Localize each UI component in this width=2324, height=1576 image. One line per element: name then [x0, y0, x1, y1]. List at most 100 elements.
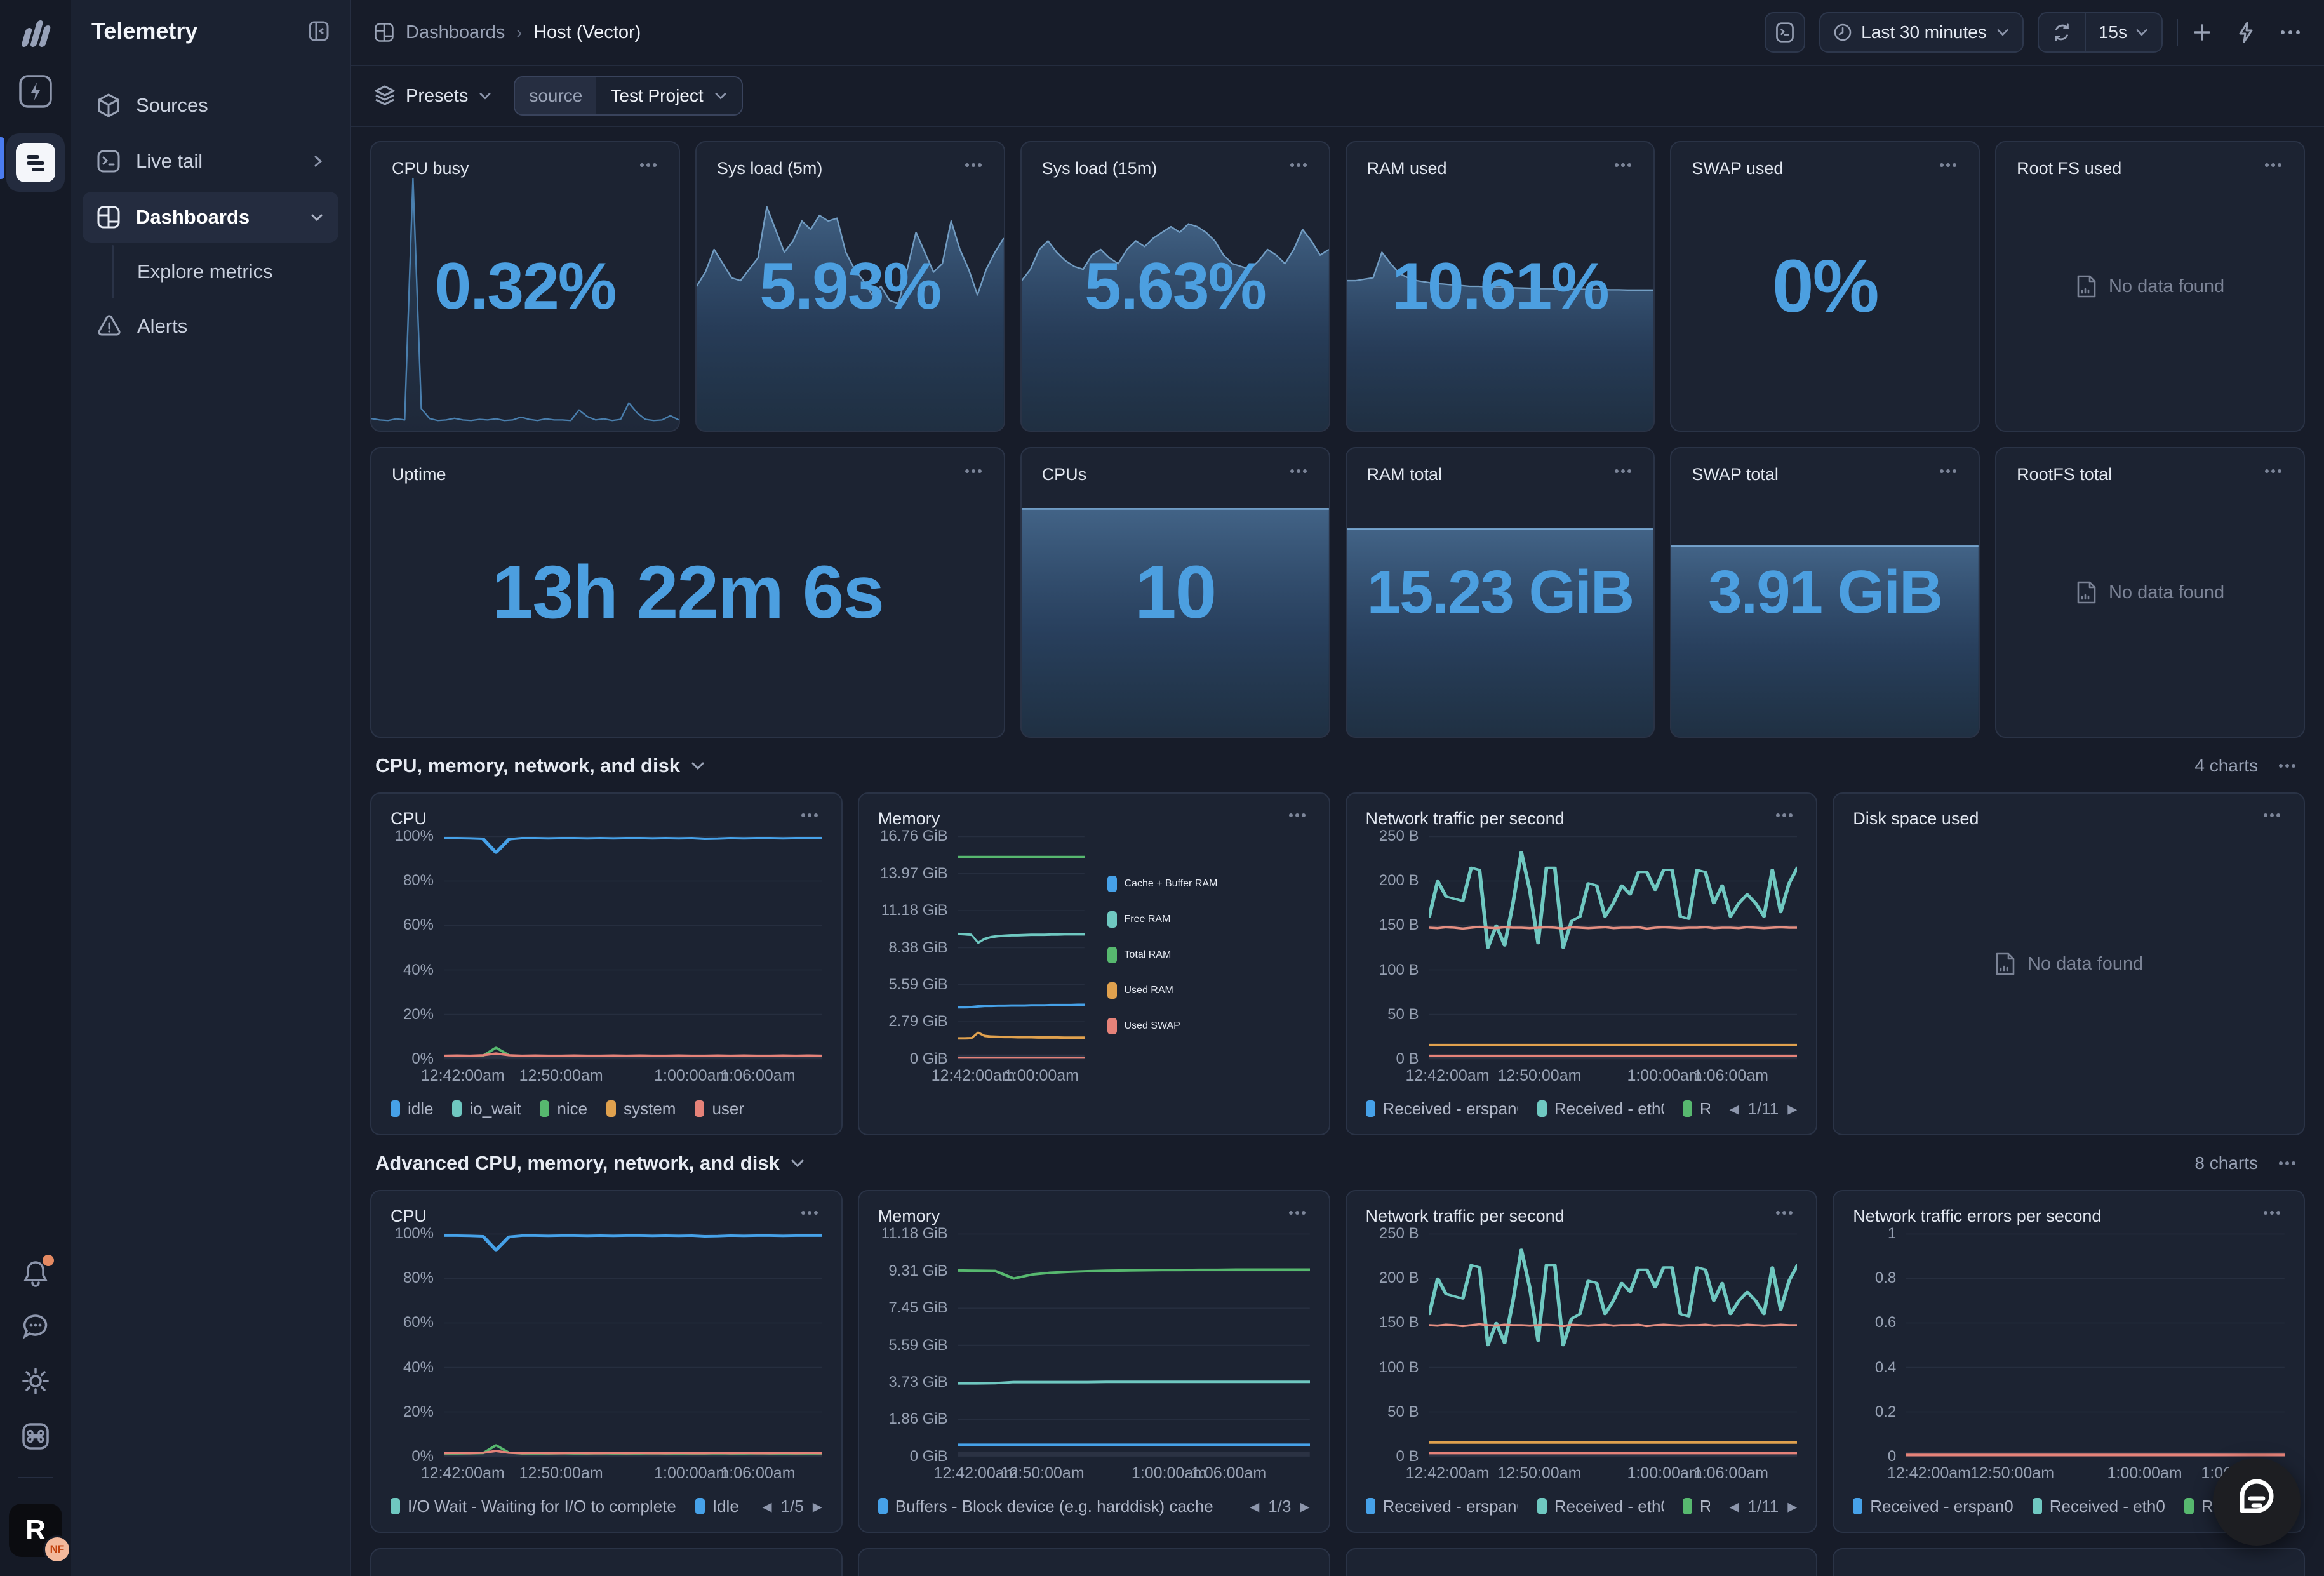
- card-menu-button[interactable]: [1286, 159, 1311, 171]
- legend-pagination[interactable]: ◂1/3▸: [1250, 1495, 1309, 1518]
- legend-next-icon: ▸: [1787, 1098, 1797, 1120]
- legend-item[interactable]: idle: [391, 1099, 433, 1119]
- tv-mode-button[interactable]: [1765, 12, 1805, 53]
- feedback-icon[interactable]: [21, 1313, 50, 1341]
- legend-item[interactable]: user: [695, 1099, 744, 1119]
- card-menu-button[interactable]: [797, 1206, 822, 1219]
- legend-item[interactable]: Received - eth0: [2033, 1497, 2165, 1516]
- stat-card-title: Uptime: [392, 465, 446, 484]
- legend-item[interactable]: nice: [540, 1099, 587, 1119]
- legend-item[interactable]: Received - eth0: [1537, 1099, 1664, 1119]
- chevron-down-icon: [478, 91, 492, 101]
- stat-cards-row-1: CPU busy0.32%Sys load (5m)5.93%Sys load …: [370, 141, 2305, 432]
- sidebar-item-sources[interactable]: Sources: [83, 80, 338, 131]
- more-options-icon[interactable]: [2280, 29, 2301, 36]
- legend-item[interactable]: Cache + Buffer RAM: [1107, 876, 1306, 892]
- add-panel-icon[interactable]: [2192, 22, 2212, 43]
- legend-item[interactable]: io_wait: [452, 1099, 521, 1119]
- refresh-interval-dropdown[interactable]: 15s: [2085, 13, 2161, 51]
- legend-item[interactable]: Used RAM: [1107, 982, 1306, 999]
- card-menu-button[interactable]: [2261, 159, 2286, 171]
- chart-card-head: Network traffic per second: [1366, 1206, 1798, 1226]
- chart-card-head: Memory: [878, 809, 1310, 829]
- legend-prev-icon: ◂: [1729, 1098, 1739, 1120]
- chevron-down-icon: [2135, 27, 2149, 37]
- sidebar-item-dashboards[interactable]: Dashboards: [83, 192, 338, 243]
- refresh-button[interactable]: [2039, 13, 2085, 51]
- legend-prev-icon: ◂: [1729, 1495, 1739, 1518]
- card-menu-button[interactable]: [1772, 809, 1797, 822]
- chart-legend: I/O Wait - Waiting for I/O to complete Id…: [391, 1491, 822, 1521]
- help-chat-button[interactable]: [2213, 1458, 2301, 1546]
- logs-icon: [16, 143, 55, 182]
- toolbar-divider: [2177, 19, 2178, 46]
- chart-title: CPU: [391, 1206, 427, 1226]
- notifications-icon[interactable]: [22, 1259, 50, 1288]
- quick-actions-icon[interactable]: [2236, 22, 2255, 43]
- legend-item[interactable]: Total RAM: [1107, 947, 1306, 963]
- x-axis-labels: 12:42:00am12:50:00am1:00:00am1:06:00am: [444, 1067, 822, 1088]
- stat-value: 5.93%: [697, 142, 1004, 431]
- quickstart-icon[interactable]: [18, 74, 53, 109]
- card-menu-button[interactable]: [797, 809, 822, 822]
- card-menu-button[interactable]: [1935, 159, 1961, 171]
- sidebar-item-live-tail[interactable]: Live tail: [83, 136, 338, 187]
- card-menu-button[interactable]: [1610, 465, 1636, 477]
- no-data-message: No data found: [1996, 142, 2304, 431]
- stat-card: Root FS usedNo data found: [1995, 141, 2305, 432]
- dashboards-breadcrumb-icon: [374, 22, 394, 43]
- time-range-picker[interactable]: Last 30 minutes: [1819, 12, 2024, 53]
- command-menu-icon[interactable]: [20, 1421, 51, 1452]
- card-menu-button[interactable]: [961, 465, 986, 477]
- source-filter[interactable]: source Test Project: [514, 76, 742, 116]
- avatar[interactable]: R NF: [9, 1504, 62, 1557]
- time-range-label: Last 30 minutes: [1861, 22, 1987, 43]
- collapse-sidebar-icon[interactable]: [308, 20, 330, 42]
- section-title[interactable]: Advanced CPU, memory, network, and disk: [375, 1152, 805, 1175]
- legend-item[interactable]: R: [1683, 1099, 1711, 1119]
- legend-item[interactable]: Received - erspan0: [1366, 1497, 1518, 1516]
- legend-item[interactable]: Buffers - Block device (e.g. harddisk) c…: [878, 1497, 1213, 1516]
- section-menu-button[interactable]: [2274, 1157, 2300, 1170]
- app-logo[interactable]: [19, 17, 52, 48]
- legend-item[interactable]: system: [606, 1099, 676, 1119]
- breadcrumb-section[interactable]: Dashboards: [406, 22, 505, 43]
- stat-card-head: RAM used: [1367, 159, 1636, 178]
- card-menu-button[interactable]: [2259, 1206, 2285, 1219]
- live-tail-active-tile[interactable]: [6, 133, 65, 192]
- chart-card: Memory 16.76 GiB13.97 GiB11.18 GiB8.38 Gi…: [858, 792, 1330, 1135]
- legend-item[interactable]: I/O Wait - Waiting for I/O to complete: [391, 1497, 676, 1516]
- x-axis-labels: 12:42:00am12:50:00am1:00:00am1:06:00am: [958, 1464, 1310, 1486]
- legend-item[interactable]: Used SWAP: [1107, 1018, 1306, 1034]
- card-menu-button[interactable]: [961, 159, 986, 171]
- card-menu-button[interactable]: [1935, 465, 1961, 477]
- legend-pagination[interactable]: ◂1/5▸: [762, 1495, 822, 1518]
- theme-toggle-icon[interactable]: [21, 1366, 50, 1396]
- card-menu-button[interactable]: [1772, 1206, 1797, 1219]
- legend-item[interactable]: Received - erspan0: [1366, 1099, 1518, 1119]
- card-menu-button[interactable]: [2261, 465, 2286, 477]
- y-axis-labels: 100%80%60%40%20%0%: [391, 1232, 444, 1458]
- legend-pagination[interactable]: ◂1/11▸: [1729, 1495, 1797, 1518]
- card-menu-button[interactable]: [1286, 465, 1311, 477]
- y-axis-labels: 16.76 GiB13.97 GiB11.18 GiB8.38 GiB5.59 …: [878, 835, 958, 1060]
- card-menu-button[interactable]: [1285, 809, 1310, 822]
- legend-item[interactable]: R: [1683, 1497, 1711, 1516]
- sidebar-item-explore-metrics[interactable]: Explore metrics: [83, 248, 338, 296]
- legend-item[interactable]: Idle: [695, 1497, 739, 1516]
- section-menu-button[interactable]: [2274, 759, 2300, 772]
- stat-card-title: RootFS total: [2017, 465, 2112, 484]
- card-menu-button[interactable]: [636, 159, 661, 171]
- next-row-card: [1833, 1548, 2305, 1576]
- stat-card: RootFS totalNo data found: [1995, 447, 2305, 738]
- legend-item[interactable]: Received - eth0: [1537, 1497, 1664, 1516]
- legend-item[interactable]: Received - erspan0: [1853, 1497, 2013, 1516]
- legend-item[interactable]: R: [2184, 1497, 2214, 1516]
- legend-item[interactable]: Free RAM: [1107, 911, 1306, 928]
- card-menu-button[interactable]: [1285, 1206, 1310, 1219]
- card-menu-button[interactable]: [1610, 159, 1636, 171]
- sidebar-item-alerts[interactable]: Alerts: [83, 301, 338, 352]
- presets-dropdown[interactable]: Presets: [374, 84, 492, 107]
- legend-pagination[interactable]: ◂1/11▸: [1729, 1098, 1797, 1120]
- section-title[interactable]: CPU, memory, network, and disk: [375, 754, 705, 777]
